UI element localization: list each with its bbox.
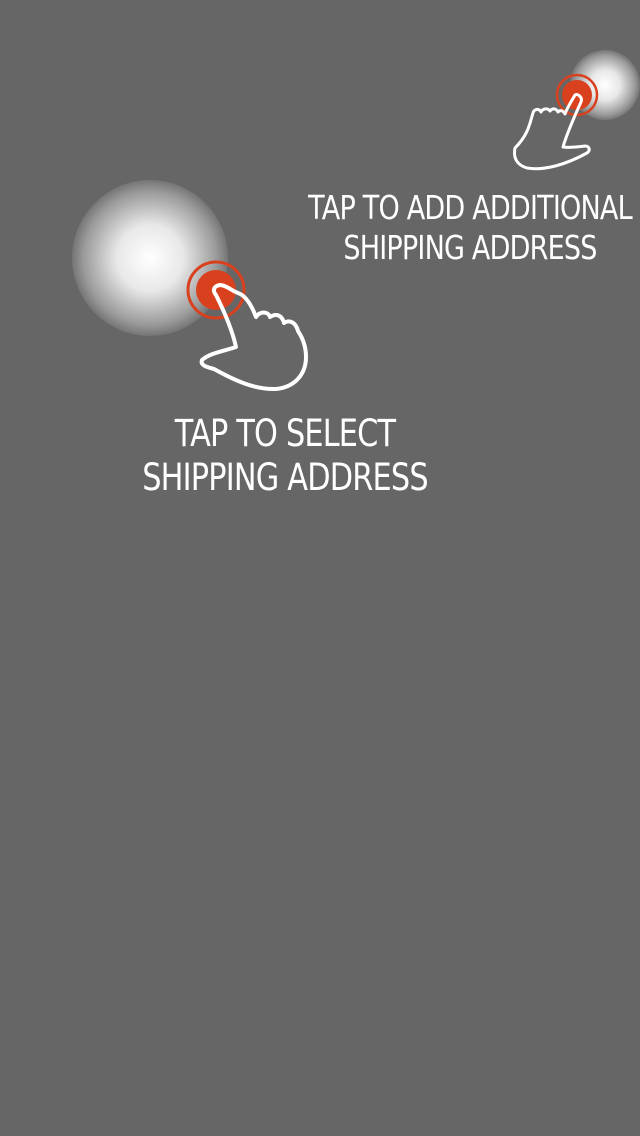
tap-hand-icon	[186, 260, 308, 392]
add-address-hint-line2: SHIPPING ADDRESS	[343, 227, 597, 267]
tap-hand-icon	[513, 73, 599, 171]
select-address-hint-line2: SHIPPING ADDRESS	[142, 456, 428, 500]
add-address-hint-line1: TAP TO ADD ADDITIONAL	[308, 188, 632, 227]
select-address-hint: TAP TO SELECT SHIPPING ADDRESS	[129, 412, 441, 501]
add-address-hint: TAP TO ADD ADDITIONAL SHIPPING ADDRESS	[298, 188, 640, 267]
add-address-tap-indicator	[505, 62, 625, 182]
select-address-tap-indicator	[180, 255, 320, 405]
coach-mark-overlay[interactable]: TAP TO ADD ADDITIONAL SHIPPING ADDRESS T…	[0, 0, 640, 1136]
select-address-hint-line1: TAP TO SELECT	[174, 412, 396, 455]
